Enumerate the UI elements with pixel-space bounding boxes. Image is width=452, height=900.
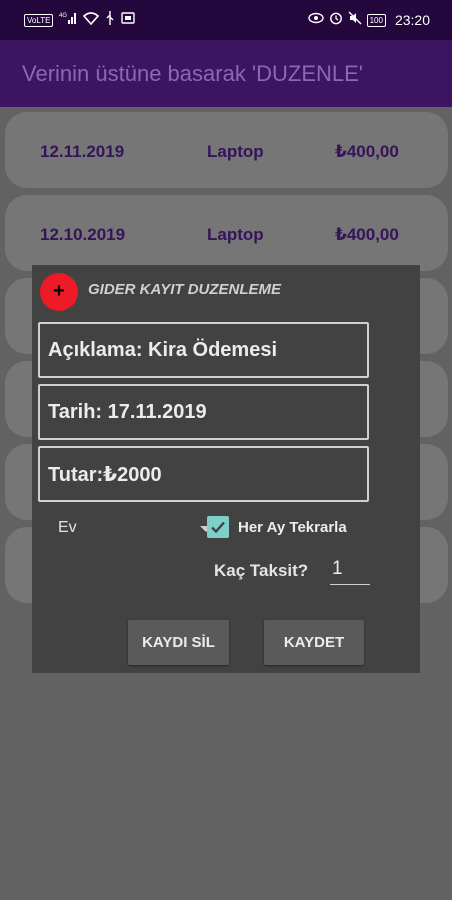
wifi-icon [83,11,100,29]
category-spinner[interactable]: Ev [56,516,212,540]
installments-label: Kaç Taksit? [214,561,309,580]
description-field[interactable]: Açıklama: Kira Ödemesi [38,322,369,378]
amount-value: Tutar:₺2000 [48,463,162,486]
list-item-date: 12.10.2019 [40,225,126,244]
list-item[interactable]: 12.10.2019 Laptop ₺400,00 [5,195,448,271]
list-item-amount: ₺400,00 [335,142,399,161]
status-time: 23:20 [394,12,430,28]
edit-expense-dialog: + GIDER KAYIT DUZENLEME Açıklama: Kira Ö… [32,265,420,673]
installments-input[interactable]: 1 [330,557,370,585]
list-item-description: Laptop [207,142,264,161]
installments-value: 1 [332,558,343,579]
status-bar-left: VoLTE 4G [24,11,136,29]
eye-icon [307,12,324,28]
battery-icon: 100 [366,13,386,27]
status-bar: VoLTE 4G 100 23:20 [0,0,452,40]
description-value: Açıklama: Kira Ödemesi [48,338,277,361]
status-bar-right: 100 23:20 [307,11,430,29]
app-title: Verinin üstüne basarak 'DUZENLE' [22,61,364,86]
svg-text:4G: 4G [59,13,67,19]
signal-icon: 4G [59,11,77,29]
repeat-monthly-label: Her Ay Tekrarla [238,519,347,536]
list-item[interactable]: 12.11.2019 Laptop ₺400,00 [5,112,448,188]
sim-card-icon [121,12,136,28]
date-value: Tarih: 17.11.2019 [48,400,207,423]
volte-icon: VoLTE [24,13,54,27]
repeat-monthly-checkbox[interactable] [207,516,229,538]
usb-icon [105,11,115,29]
mute-icon [348,11,362,29]
list-item-amount: ₺400,00 [335,225,399,244]
amount-field[interactable]: Tutar:₺2000 [38,446,369,502]
list-item-date: 12.11.2019 [40,142,125,161]
date-field[interactable]: Tarih: 17.11.2019 [38,384,369,440]
save-button[interactable]: KAYDET [264,620,364,665]
alarm-icon [329,11,343,29]
add-icon: + [40,273,78,311]
checkmark-icon [211,521,225,534]
app-bar: Verinin üstüne basarak 'DUZENLE' [0,40,452,107]
dialog-title: GIDER KAYIT DUZENLEME [88,281,282,298]
delete-record-button[interactable]: KAYDI SİL [128,620,229,665]
list-item-description: Laptop [207,225,264,244]
category-value: Ev [58,519,77,536]
